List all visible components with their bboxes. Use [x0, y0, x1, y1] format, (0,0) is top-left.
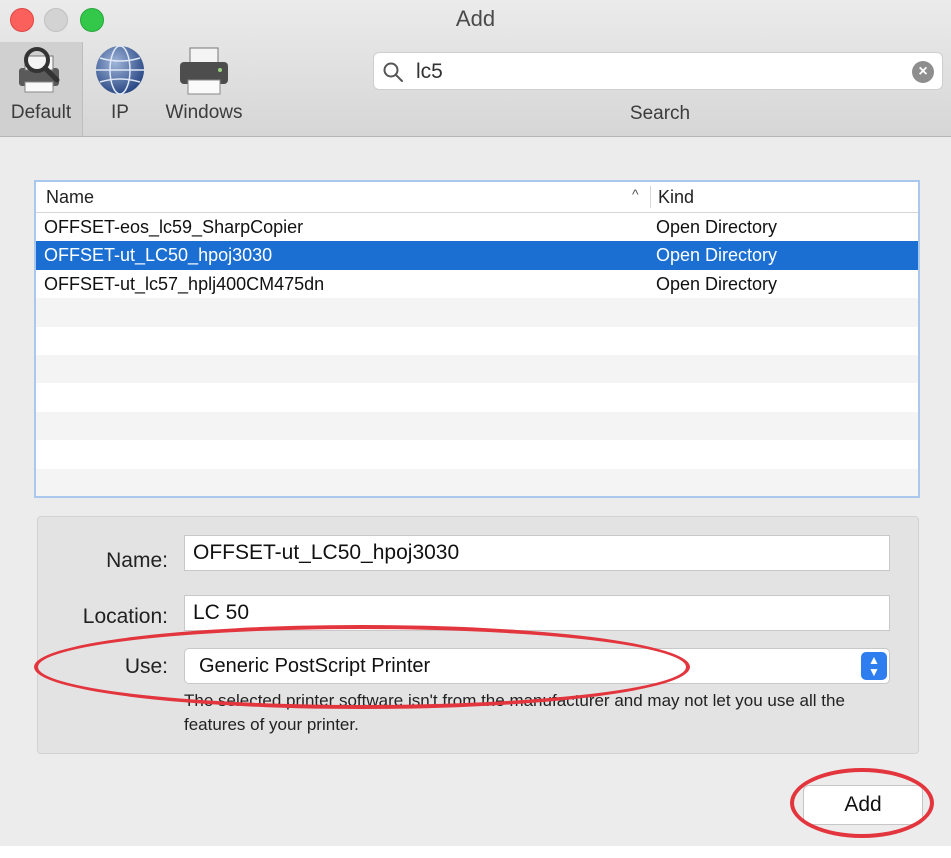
toolbar-windows-button[interactable]: Windows [158, 42, 250, 124]
driver-select[interactable]: Generic PostScript Printer ▲ ▼ [184, 648, 890, 684]
row-name: OFFSET-eos_lc59_SharpCopier [44, 217, 304, 237]
add-printer-window: Add Default IP Windows lc5 × Search Name… [0, 0, 951, 858]
printer-list: Name ^ Kind OFFSET-eos_lc59_SharpCopier … [34, 180, 920, 498]
select-stepper-icon[interactable]: ▲ ▼ [861, 652, 887, 680]
location-field[interactable] [184, 595, 890, 631]
use-label: Use: [124, 655, 168, 678]
driver-warning-text: The selected printer software isn't from… [184, 691, 845, 734]
empty-row [36, 411, 918, 441]
window-title: Add [455, 6, 496, 31]
column-divider [650, 186, 651, 208]
windows-printer-icon [180, 47, 228, 95]
printer-name-field[interactable] [184, 535, 890, 571]
default-printer-icon [19, 47, 60, 93]
bottom-strip [0, 846, 951, 858]
empty-row [36, 327, 918, 355]
row-name: OFFSET-ut_lc57_hplj400CM475dn [44, 273, 325, 294]
search-field[interactable]: × [373, 52, 943, 90]
clear-search-icon[interactable]: × [912, 61, 934, 83]
printer-details-panel: Name: Location: Use: Generic PostScript … [37, 516, 919, 754]
name-label: Name: [106, 549, 168, 572]
search-input[interactable] [414, 57, 898, 87]
row-name: OFFSET-ut_LC50_hpoj3030 [44, 245, 273, 266]
table-header: Name ^ Kind [36, 182, 918, 213]
search-icon [383, 62, 403, 82]
sort-ascending-icon[interactable]: ^ [632, 186, 639, 202]
column-header-kind[interactable]: Kind [658, 187, 694, 208]
column-header-name[interactable]: Name [46, 187, 94, 208]
table-row[interactable]: OFFSET-eos_lc59_SharpCopier Open Directo… [36, 213, 918, 241]
empty-row [36, 383, 918, 411]
row-kind: Open Directory [656, 273, 778, 294]
empty-row [36, 354, 918, 384]
location-label: Location: [82, 605, 168, 628]
empty-row [36, 440, 918, 468]
add-button[interactable]: Add [803, 785, 923, 825]
driver-select-value: Generic PostScript Printer [199, 655, 431, 677]
toolbar: Add Default IP Windows lc5 × Search [0, 0, 951, 137]
toolbar-ip-label: IP [111, 102, 129, 123]
row-kind: Open Directory [656, 217, 778, 237]
toolbar-windows-label: Windows [165, 102, 243, 123]
table-row-selected[interactable]: OFFSET-ut_LC50_hpoj3030 Open Directory [36, 241, 918, 270]
toolbar-ip-button[interactable]: IP [92, 42, 148, 124]
toolbar-default-label: Default [10, 102, 72, 123]
toolbar-default-button[interactable]: Default [0, 42, 83, 136]
table-row[interactable]: OFFSET-ut_lc57_hplj400CM475dn Open Direc… [36, 270, 918, 298]
search-label: Search [629, 103, 691, 124]
empty-row [36, 298, 918, 327]
globe-icon [96, 45, 144, 95]
row-kind: Open Directory [656, 245, 778, 266]
empty-row [36, 468, 918, 496]
